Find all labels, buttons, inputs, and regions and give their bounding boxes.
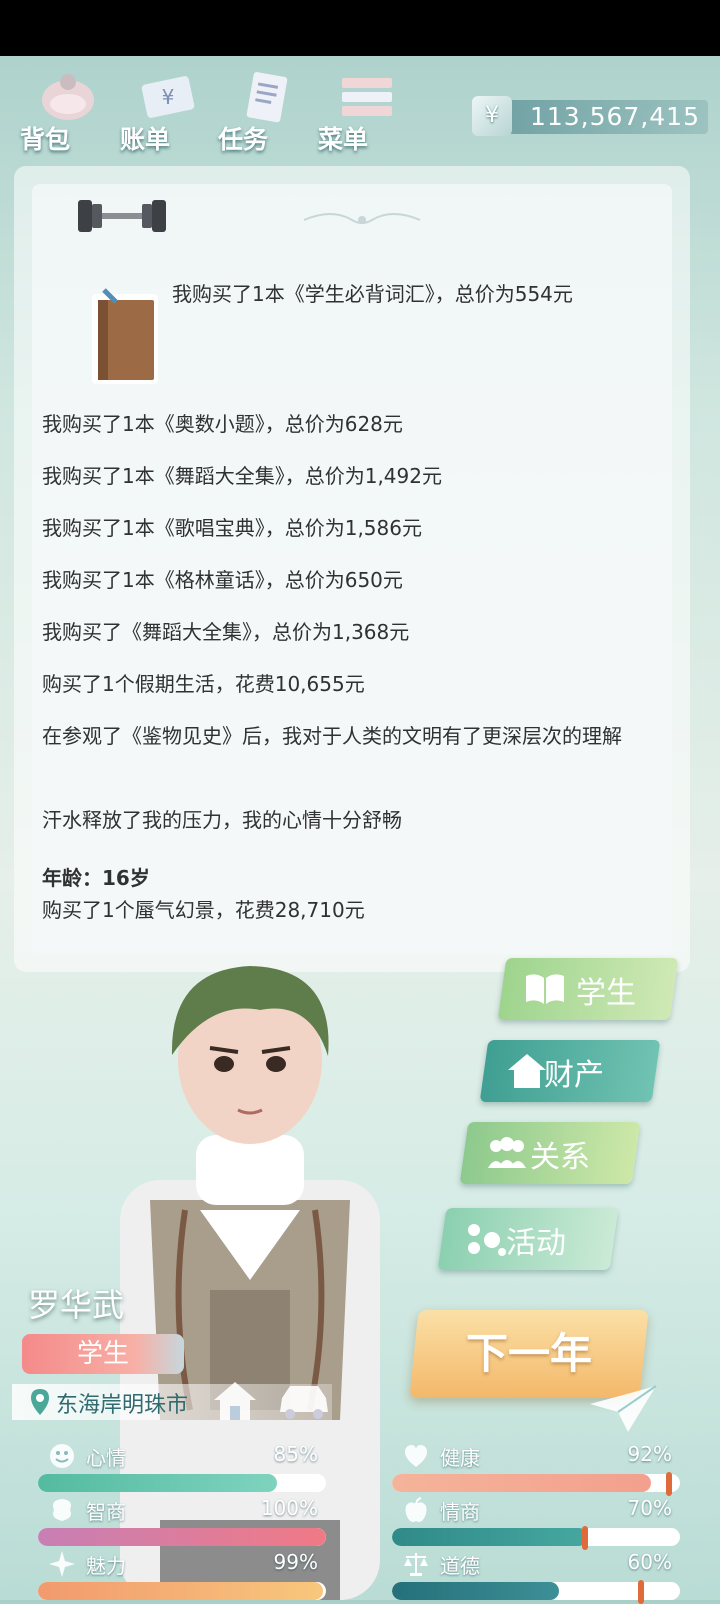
status-bar — [0, 0, 720, 56]
menu-label: 菜单 — [318, 125, 369, 154]
stat-iq-fill — [38, 1528, 326, 1546]
stat-mood-bar — [38, 1474, 326, 1492]
people-icon — [488, 1137, 526, 1168]
menu-icon — [342, 78, 392, 116]
log-entry: 购买了1个蜃气幻景，花费28,710元 — [42, 898, 365, 922]
stat-charm-value: 99% — [273, 1550, 318, 1574]
location-label: 东海岸明珠市 — [56, 1393, 189, 1418]
task-label: 任务 — [218, 125, 269, 154]
stat-charm-label: 魅力 — [86, 1554, 126, 1578]
svg-text:¥: ¥ — [162, 85, 175, 109]
stat-health-label: 健康 — [440, 1446, 480, 1470]
stat-morality-value: 60% — [627, 1550, 672, 1574]
menu-button[interactable]: 菜单 — [318, 64, 408, 160]
house-icon — [508, 1054, 546, 1088]
stat-iq: 智商 100% — [38, 1496, 326, 1548]
stat-emotion-label: 情商 — [440, 1500, 480, 1524]
smiley-icon — [50, 1444, 74, 1468]
stat-mood-fill — [38, 1474, 278, 1492]
age-line: 年龄：16岁 — [42, 866, 150, 890]
relations-button[interactable]: 关系 — [459, 1122, 641, 1184]
stat-iq-bar — [38, 1528, 326, 1546]
log-entry: 我购买了1本《舞蹈大全集》，总价为1,492元 — [42, 464, 442, 488]
stat-iq-value: 100% — [260, 1496, 318, 1520]
location-pin-icon — [31, 1389, 49, 1415]
assets-button[interactable]: 财产 — [479, 1040, 661, 1102]
top-bar: 背包 ¥ 账单 任务 菜单 113,567,415 ¥ — [0, 56, 720, 166]
activity-icon — [468, 1224, 506, 1256]
stat-morality-marker — [638, 1580, 644, 1604]
stat-emotion-fill — [392, 1528, 588, 1546]
log-entry: 我购买了1本《奥数小题》，总价为628元 — [42, 412, 403, 436]
stat-charm-bar — [38, 1582, 326, 1600]
backpack-label: 背包 — [20, 125, 71, 154]
activity-button[interactable]: 活动 — [437, 1208, 619, 1270]
scales-icon — [404, 1553, 428, 1576]
backpack-button[interactable]: 背包 — [20, 64, 110, 160]
money-value: 113,567,415 — [508, 100, 708, 134]
assets-label: 财产 — [544, 1058, 604, 1093]
log-entry: 我购买了1本《歌唱宝典》，总价为1,586元 — [42, 516, 422, 540]
log-entry: 我购买了《舞蹈大全集》，总价为1,368元 — [42, 620, 410, 644]
paper-plane-icon — [590, 1385, 657, 1432]
stat-iq-label: 智商 — [86, 1500, 126, 1524]
stat-mood-label: 心情 — [86, 1446, 126, 1470]
home-icon[interactable] — [212, 1380, 258, 1422]
dumbbell-icon — [78, 200, 166, 232]
activity-label: 活动 — [506, 1226, 566, 1261]
log-entry: 购买了1个假期生活，花费10,655元 — [42, 672, 365, 696]
brain-icon — [53, 1499, 71, 1521]
log-entry: 我购买了1本《格林童话》，总价为650元 — [42, 568, 403, 592]
stat-emotion-bar — [392, 1528, 680, 1546]
task-icon — [246, 72, 288, 123]
bill-button[interactable]: ¥ 账单 — [120, 64, 210, 160]
stat-morality-fill — [392, 1582, 560, 1600]
stat-morality-label: 道德 — [440, 1554, 480, 1578]
sparkle-icon — [49, 1551, 75, 1577]
backpack-icon — [42, 74, 94, 120]
stat-health-fill — [392, 1474, 652, 1492]
apple-icon — [405, 1497, 427, 1522]
money-display: 113,567,415 ¥ — [472, 96, 712, 138]
student-label: 学生 — [576, 976, 636, 1011]
stat-morality-bar — [392, 1582, 680, 1600]
stat-health-bar — [392, 1474, 680, 1492]
currency-icon: ¥ — [472, 96, 512, 136]
book-icon — [92, 288, 158, 384]
stat-health: 健康 92% — [392, 1442, 680, 1496]
car-icon[interactable] — [276, 1380, 332, 1422]
stat-emotion-marker — [582, 1526, 588, 1550]
log-entry: 我购买了1本《学生必背词汇》，总价为554元 — [172, 282, 573, 306]
log-entry: 在参观了《鉴物见史》后，我对于人类的文明有了更深层次的理解 — [42, 724, 622, 748]
task-button[interactable]: 任务 — [218, 64, 308, 160]
stat-morality: 道德 60% — [392, 1550, 680, 1604]
stat-health-value: 92% — [627, 1442, 672, 1466]
stat-emotion: 情商 70% — [392, 1496, 680, 1550]
log-entry: 汗水释放了我的压力，我的心情十分舒畅 — [42, 808, 402, 832]
stat-health-marker — [666, 1472, 672, 1496]
relations-label: 关系 — [530, 1140, 590, 1175]
ornament-divider — [303, 213, 421, 224]
bill-icon: ¥ — [141, 76, 195, 118]
stat-charm-fill — [38, 1582, 324, 1600]
stat-emotion-value: 70% — [627, 1496, 672, 1520]
stat-mood-value: 85% — [273, 1442, 318, 1466]
stat-mood: 心情 85% — [38, 1442, 326, 1494]
character-name: 罗华武 — [28, 1286, 125, 1324]
job-badge: 学生 — [22, 1334, 184, 1374]
stat-charm: 魅力 99% — [38, 1550, 326, 1602]
bill-label: 账单 — [120, 125, 171, 154]
heart-icon — [404, 1445, 428, 1467]
student-button[interactable]: 学生 — [497, 958, 679, 1020]
book-open-icon — [526, 974, 564, 1004]
